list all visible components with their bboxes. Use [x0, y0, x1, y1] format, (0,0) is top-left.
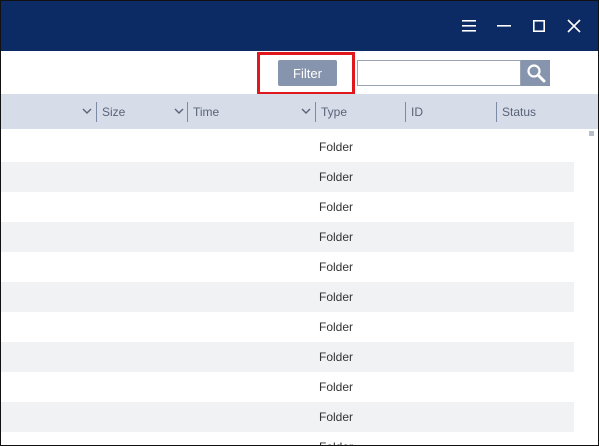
table-row[interactable]: Folder: [1, 342, 574, 372]
column-header-status[interactable]: Status: [502, 94, 536, 129]
vertical-scrollbar[interactable]: [586, 129, 598, 445]
type-cell: Folder: [319, 432, 353, 445]
close-icon[interactable]: [561, 13, 587, 39]
column-header: Size Time Type ID Status: [1, 94, 598, 129]
table-row[interactable]: Folder: [1, 282, 574, 312]
column-separator[interactable]: [96, 102, 97, 122]
table-row[interactable]: Folder: [1, 192, 574, 222]
type-cell: Folder: [319, 260, 354, 274]
type-cell: Folder: [319, 290, 354, 304]
column-separator[interactable]: [315, 102, 316, 122]
search-button[interactable]: [521, 60, 550, 86]
type-cell: Folder: [319, 140, 354, 154]
column-header-size[interactable]: Size: [102, 94, 125, 129]
table-row[interactable]: Folder: [1, 372, 574, 402]
type-cell: Folder: [319, 380, 354, 394]
table-row[interactable]: Folder: [1, 162, 574, 192]
type-cell: Folder: [319, 410, 354, 424]
column-header-type[interactable]: Type: [321, 94, 347, 129]
table-row[interactable]: Folder: [1, 132, 574, 162]
table-row[interactable]: Folder: [1, 312, 574, 342]
scrollbar-thumb[interactable]: [589, 131, 594, 136]
type-cell: Folder: [319, 170, 354, 184]
type-cell: Folder: [319, 230, 354, 244]
filter-button[interactable]: Filter: [278, 60, 337, 86]
table-row[interactable]: Folder: [1, 402, 574, 432]
minimize-icon[interactable]: [491, 13, 517, 39]
type-cell: Folder: [319, 200, 354, 214]
column-separator[interactable]: [405, 102, 406, 122]
hamburger-icon[interactable]: [456, 13, 482, 39]
search-icon: [526, 64, 545, 83]
column-separator[interactable]: [187, 102, 188, 122]
table-row[interactable]: Folder: [1, 252, 574, 282]
type-cell: Folder: [319, 350, 354, 364]
chevron-down-icon[interactable]: [173, 105, 185, 117]
column-header-id[interactable]: ID: [411, 94, 423, 129]
chevron-down-icon[interactable]: [300, 105, 312, 117]
type-cell: Folder: [319, 320, 354, 334]
chevron-down-icon[interactable]: [81, 105, 93, 117]
table-row[interactable]: Folder: [1, 222, 574, 252]
app-window: Filter Size Time Type ID Status Folder F…: [0, 0, 599, 446]
title-bar: [1, 1, 598, 51]
maximize-icon[interactable]: [526, 13, 552, 39]
table-row[interactable]: Folder: [1, 432, 574, 445]
column-separator[interactable]: [496, 102, 497, 122]
search-input[interactable]: [357, 60, 521, 86]
column-header-time[interactable]: Time: [193, 94, 219, 129]
